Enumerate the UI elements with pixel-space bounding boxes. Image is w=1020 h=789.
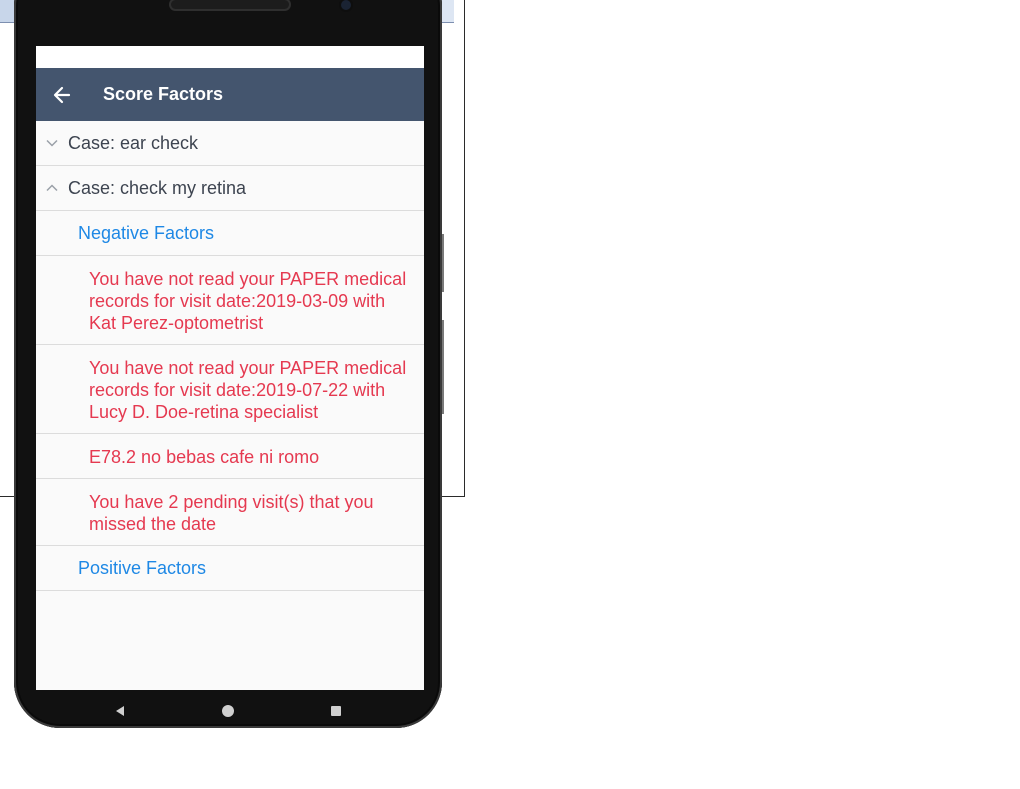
negative-factors-label: Negative Factors	[78, 222, 215, 243]
back-button[interactable]	[36, 68, 88, 121]
nav-home-icon	[222, 705, 234, 717]
case-row-ear-check[interactable]: Case: ear check	[36, 121, 424, 166]
factor-row: You have not read your PAPER medical rec…	[36, 345, 424, 434]
factor-row: You have not read your PAPER medical rec…	[36, 256, 424, 345]
positive-factors-header[interactable]: Positive Factors	[36, 546, 424, 591]
case-label: Case: ear check	[68, 132, 199, 153]
case-row-check-my-retina[interactable]: Case: check my retina	[36, 166, 424, 211]
arrow-left-icon	[53, 86, 71, 103]
page-title: Score Factors	[103, 84, 224, 104]
nav-back-button[interactable]	[66, 692, 174, 730]
phone-speaker	[169, 0, 291, 11]
factor-text: You have not read your PAPER medical rec…	[89, 358, 407, 422]
status-bar	[36, 46, 424, 68]
factor-text: You have 2 pending visit(s) that you mis…	[89, 492, 374, 534]
factor-row: You have 2 pending visit(s) that you mis…	[36, 479, 424, 546]
positive-factors-label: Positive Factors	[78, 557, 207, 578]
phone-screen: Score Factors Case: ear check Case: chec…	[36, 46, 424, 690]
chevron-down-icon	[46, 139, 58, 147]
phone-camera	[341, 0, 351, 10]
system-nav-bar	[14, 692, 442, 730]
nav-back-icon	[116, 706, 124, 716]
factor-text: You have not read your PAPER medical rec…	[89, 269, 407, 333]
nav-recents-button[interactable]	[282, 692, 390, 730]
factor-row: E78.2 no bebas cafe ni romo	[36, 434, 424, 479]
case-label: Case: check my retina	[68, 177, 247, 198]
factor-text: E78.2 no bebas cafe ni romo	[89, 447, 320, 467]
chevron-up-icon	[46, 184, 58, 192]
nav-home-button[interactable]	[174, 692, 282, 730]
app-bar: Score Factors	[36, 68, 424, 121]
negative-factors-header[interactable]: Negative Factors	[36, 211, 424, 256]
nav-recents-icon	[331, 706, 341, 716]
